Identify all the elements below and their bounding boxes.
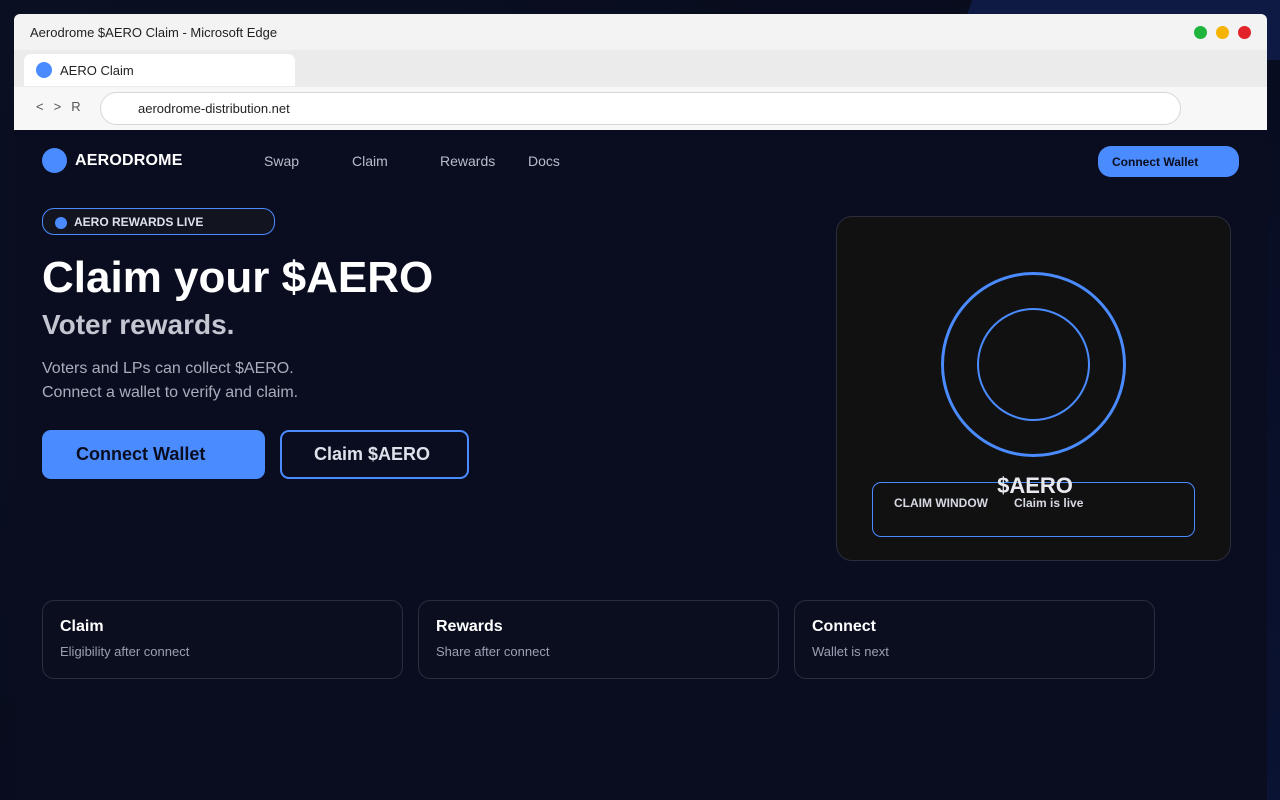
tab-strip: AERO Claim (14, 50, 1267, 87)
site-logo[interactable]: AERODROME (42, 148, 183, 173)
nav-link-swap[interactable]: Swap (264, 153, 299, 169)
info-card-claim: Claim Eligibility after connect (42, 600, 403, 679)
nav-link-docs[interactable]: Docs (528, 153, 560, 169)
token-card: CLAIM WINDOW Claim is live $AERO (836, 216, 1231, 561)
token-inner-ring-icon (977, 308, 1090, 421)
browser-window: Aerodrome $AERO Claim - Microsoft Edge A… (14, 14, 1267, 800)
page-content: AERODROME Swap Claim Rewards Docs Connec… (14, 130, 1267, 800)
info-card-rewards: Rewards Share after connect (418, 600, 779, 679)
token-symbol: $AERO (997, 473, 1073, 498)
status-badge-label: AERO REWARDS LIVE (74, 214, 204, 229)
forward-button[interactable]: > (54, 99, 62, 114)
close-button[interactable] (1238, 25, 1251, 39)
address-url: aerodrome-distribution.net (138, 101, 290, 116)
description-line: Connect a wallet to verify and claim. (42, 384, 299, 401)
nav-controls: < > R (36, 99, 81, 114)
reload-button[interactable]: R (71, 99, 80, 114)
info-card-title: Claim (60, 618, 104, 635)
info-card-title: Rewards (436, 618, 503, 635)
back-button[interactable]: < (36, 99, 44, 114)
status-badge: AERO REWARDS LIVE (42, 208, 275, 235)
page-subtitle: Voter rewards. (42, 309, 235, 340)
favicon-icon (36, 62, 52, 78)
site-header: AERODROME Swap Claim Rewards Docs Connec… (14, 130, 1267, 190)
info-card-subtitle: Share after connect (436, 644, 550, 659)
description-line: Voters and LPs can collect $AERO. (42, 360, 294, 377)
hero-description: Voters and LPs can collect $AERO. Connec… (42, 357, 298, 405)
window-title: Aerodrome $AERO Claim - Microsoft Edge (30, 24, 278, 40)
title-bar[interactable]: Aerodrome $AERO Claim - Microsoft Edge (14, 14, 1267, 50)
info-card-title: Connect (812, 618, 876, 635)
logo-mark-icon (42, 148, 67, 173)
page-title: Claim your $AERO (42, 253, 434, 302)
live-indicator-icon (55, 216, 67, 229)
logo-text: AERODROME (75, 151, 183, 169)
minimize-button[interactable] (1216, 25, 1229, 39)
tab-label: AERO Claim (60, 62, 134, 78)
navigation-bar: < > R aerodrome-distribution.net (14, 87, 1267, 130)
info-card-subtitle: Eligibility after connect (60, 644, 190, 659)
connect-wallet-button[interactable]: Connect Wallet (42, 430, 265, 479)
maximize-button[interactable] (1194, 25, 1207, 39)
info-card-subtitle: Wallet is next (812, 644, 889, 659)
address-bar[interactable]: aerodrome-distribution.net (100, 92, 1181, 125)
window-controls (1194, 25, 1251, 39)
nav-link-claim[interactable]: Claim (352, 153, 388, 169)
header-connect-wallet-button[interactable]: Connect Wallet (1098, 146, 1239, 177)
info-card-connect: Connect Wallet is next (794, 600, 1155, 679)
nav-link-rewards[interactable]: Rewards (440, 153, 495, 169)
claim-aero-button[interactable]: Claim $AERO (280, 430, 469, 479)
tab-aero-claim[interactable]: AERO Claim (24, 54, 295, 86)
